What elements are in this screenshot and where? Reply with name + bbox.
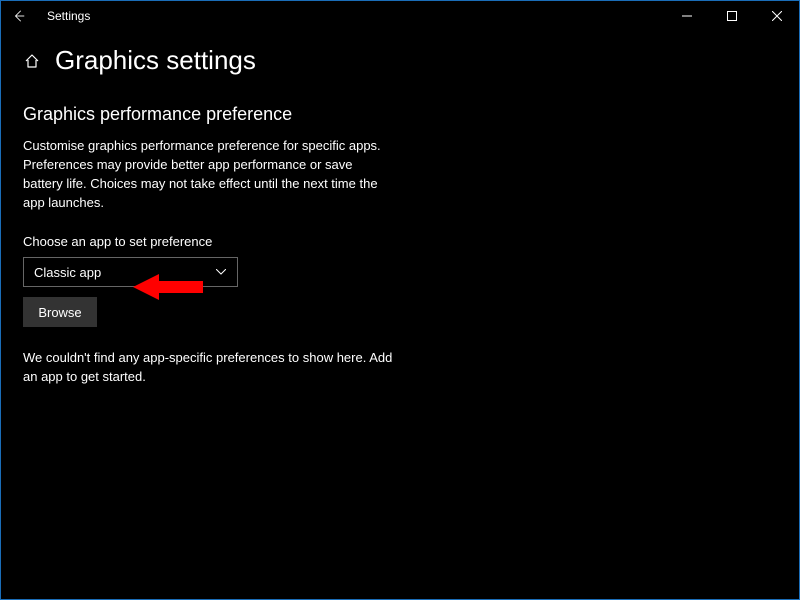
home-icon: [24, 53, 40, 69]
back-button[interactable]: [9, 6, 29, 26]
maximize-button[interactable]: [709, 1, 754, 31]
empty-state-message: We couldn't find any app-specific prefer…: [23, 349, 393, 387]
titlebar: Settings: [1, 1, 799, 31]
home-button[interactable]: [23, 52, 41, 70]
minimize-icon: [682, 11, 692, 21]
close-icon: [772, 11, 782, 21]
window-title: Settings: [47, 9, 90, 23]
section-description: Customise graphics performance preferenc…: [23, 137, 393, 212]
dropdown-value: Classic app: [34, 265, 101, 280]
arrow-left-icon: [12, 9, 26, 23]
minimize-button[interactable]: [664, 1, 709, 31]
browse-button[interactable]: Browse: [23, 297, 97, 327]
browse-button-label: Browse: [38, 305, 81, 320]
app-type-dropdown[interactable]: Classic app: [23, 257, 238, 287]
choose-app-label: Choose an app to set preference: [23, 234, 777, 249]
close-button[interactable]: [754, 1, 799, 31]
maximize-icon: [727, 11, 737, 21]
page-title: Graphics settings: [55, 45, 256, 76]
chevron-down-icon: [215, 266, 227, 278]
section-heading: Graphics performance preference: [23, 104, 777, 125]
